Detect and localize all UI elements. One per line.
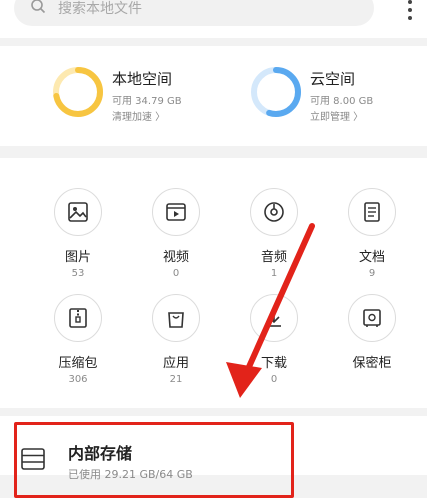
music-disc-icon <box>250 188 298 236</box>
category-documents[interactable]: 文档 9 <box>332 188 412 298</box>
category-safe[interactable]: 保密柜 <box>332 294 412 404</box>
local-storage-available: 可用 34.79 GB <box>112 96 182 107</box>
category-label: 应用 <box>162 356 189 371</box>
internal-storage-usage: 已使用 29.21 GB/64 GB <box>68 468 193 481</box>
storage-summary: 本地空间 可用 34.79 GB 清理加速 〉 云空间 可用 8.00 GB 立… <box>0 46 427 146</box>
category-label: 压缩包 <box>58 356 98 371</box>
category-audio[interactable]: 音频 1 <box>234 188 314 298</box>
video-icon <box>152 188 200 236</box>
local-storage-ring <box>53 67 103 117</box>
category-label: 图片 <box>64 250 91 265</box>
category-images[interactable]: 图片 53 <box>38 188 118 298</box>
image-icon <box>54 188 102 236</box>
category-count: 9 <box>368 268 376 279</box>
category-count: 0 <box>270 374 278 385</box>
local-storage-title: 本地空间 <box>112 70 173 88</box>
app-bag-icon <box>152 294 200 342</box>
search-input[interactable]: 搜索本地文件 <box>58 0 142 18</box>
cloud-storage[interactable]: 云空间 可用 8.00 GB 立即管理 〉 <box>250 66 427 126</box>
storage-list-icon <box>21 448 45 470</box>
more-menu-icon[interactable] <box>407 0 413 22</box>
local-storage-clean-link[interactable]: 清理加速 〉 <box>112 108 165 123</box>
download-icon <box>250 294 298 342</box>
highlight-box <box>14 422 294 498</box>
category-count: 1 <box>270 268 278 279</box>
category-downloads[interactable]: 下载 0 <box>234 294 314 404</box>
category-count: 21 <box>169 374 183 385</box>
zip-icon <box>54 294 102 342</box>
category-count: 306 <box>68 374 88 385</box>
cloud-storage-ring <box>251 67 301 117</box>
category-label: 视频 <box>162 250 189 265</box>
category-grid: 图片 53 视频 0 音频 1 文档 9 压缩包 306 应用 21 下载 0 … <box>0 158 427 408</box>
search-bar[interactable]: 搜索本地文件 <box>14 0 374 26</box>
cloud-storage-available: 可用 8.00 GB <box>310 96 374 107</box>
local-storage[interactable]: 本地空间 可用 34.79 GB 清理加速 〉 <box>52 66 252 126</box>
category-label: 保密柜 <box>352 356 392 371</box>
category-count: 0 <box>172 268 180 279</box>
category-videos[interactable]: 视频 0 <box>136 188 216 298</box>
document-icon <box>348 188 396 236</box>
cloud-storage-manage-link[interactable]: 立即管理 〉 <box>310 108 363 123</box>
category-apps[interactable]: 应用 21 <box>136 294 216 404</box>
cloud-storage-title: 云空间 <box>310 70 356 88</box>
internal-storage-row[interactable]: 内部存储 已使用 29.21 GB/64 GB <box>0 416 427 498</box>
category-archives[interactable]: 压缩包 306 <box>38 294 118 404</box>
category-label: 文档 <box>358 250 385 265</box>
search-icon <box>31 0 46 14</box>
search-header: 搜索本地文件 <box>0 0 427 38</box>
category-label: 音频 <box>260 250 287 265</box>
category-count: 53 <box>71 268 85 279</box>
internal-storage-title: 内部存储 <box>68 444 133 463</box>
safe-icon <box>348 294 396 342</box>
category-label: 下载 <box>260 356 287 371</box>
